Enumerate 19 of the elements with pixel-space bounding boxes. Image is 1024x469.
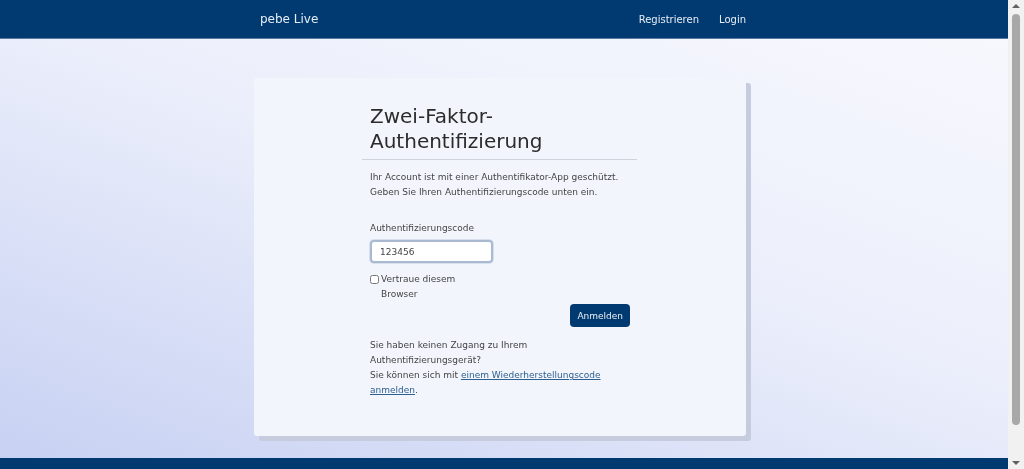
recovery-link[interactable]: einem Wiederherstellungscode — [460, 370, 601, 380]
field-label: Authentifizierungscode — [370, 222, 475, 235]
scrollbar-thumb[interactable] — [1012, 14, 1020, 425]
checkbox-label: Vertraue diesem Browser — [381, 273, 457, 301]
intro-text: Ihr Account ist mit einer Authentifikator-App geschützt. — [370, 171, 620, 184]
recovery-text: Sie können sich mit einem Wiederherstellungscode anmelden. — [370, 369, 602, 397]
nav-link[interactable]: Login — [719, 13, 746, 25]
scroll-down-icon[interactable] — [1012, 461, 1020, 465]
intro-text: Geben Sie Ihren Authentifizierungscode unten ein. — [370, 186, 599, 199]
help-text: Sie haben keinen Zugang zu Ihrem Authentifizierungsgerät? — [370, 339, 529, 367]
checkbox[interactable] — [370, 275, 379, 284]
nav-link[interactable]: Registrieren — [638, 13, 699, 25]
code-input-field[interactable]: 123456 — [370, 240, 493, 263]
recovery-link[interactable]: anmelden — [370, 385, 415, 395]
sign-in-button[interactable]: Anmelden — [570, 304, 630, 327]
brand-link[interactable]: pebe Live — [260, 12, 319, 26]
scrollbar[interactable] — [1008, 0, 1024, 469]
scroll-up-icon[interactable] — [1012, 4, 1020, 8]
page-title: Zwei-Faktor-Authentifizierung — [370, 104, 544, 154]
